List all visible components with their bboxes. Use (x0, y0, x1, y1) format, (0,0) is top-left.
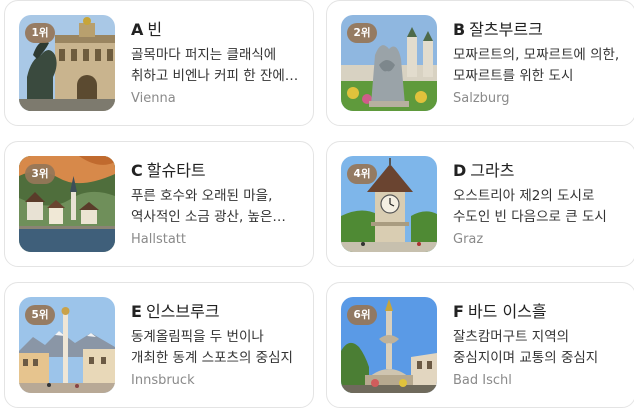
destination-card-vienna[interactable]: 1위 A빈 골목마다 퍼지는 클래식에 취하고 비엔나 커피 한 잔에 여유를 … (4, 0, 314, 126)
destination-description: 잘츠캄머구트 지역의 중심지이며 교통의 중심지 (453, 329, 599, 366)
destination-card-hallstatt[interactable]: 3위 C할슈타트 푸른 호수와 오래된 마을, 역사적인 소금 광산, 높은 산… (4, 141, 314, 267)
destination-letter: A (131, 20, 144, 39)
destination-card-graz[interactable]: 4위 D 그라츠 오스트리아 제2의 도시로 수도인 빈 다음으로 큰 도시 Gr… (326, 141, 634, 267)
destination-description: 푸른 호수와 오래된 마을, 역사적인 소금 광산, 높은 산이 어우러진 곳 (131, 188, 273, 225)
destination-description: 골목마다 퍼지는 클래식에 취하고 비엔나 커피 한 잔에 여유를 느끼는 도시 (131, 47, 285, 84)
rank-badge: 2위 (347, 23, 377, 43)
destination-english-name: Innsbruck (131, 373, 195, 388)
destination-english-name: Vienna (131, 91, 176, 106)
innsbruck-photo: 5위 (19, 297, 115, 393)
destination-card-innsbruck[interactable]: 5위 E 인스브루크 동계올림픽을 두 번이나 개최한 동계 스포츠의 중심지 I… (4, 282, 314, 408)
destination-name: 빈 (147, 20, 163, 39)
graz-photo: 4위 (341, 156, 437, 252)
destination-letter: E (131, 302, 142, 321)
rank-badge: 1위 (25, 23, 55, 43)
destination-english-name: Bad Ischl (453, 373, 512, 388)
destination-card-bad-ischl[interactable]: 6위 F 바드 이스흘 잘츠캄머구트 지역의 중심지이며 교통의 중심지 Bad … (326, 282, 634, 408)
destination-english-name: Graz (453, 232, 484, 247)
vienna-photo: 1위 (19, 15, 115, 111)
destination-title: F 바드 이스흘 (453, 301, 625, 323)
destination-letter: B (453, 20, 466, 39)
destination-title: C 할슈타트 (131, 160, 303, 182)
destination-title: D 그라츠 (453, 160, 625, 182)
destination-card-salzburg[interactable]: 2위 B 잘츠부르크 모짜르트의, 모짜르트에 의한, 모짜르트를 위한 도시 S… (326, 0, 634, 126)
destination-title: E 인스브루크 (131, 301, 303, 323)
rank-badge: 5위 (25, 305, 55, 325)
destination-letter: D (453, 161, 467, 180)
destination-name: 그라츠 (470, 161, 515, 180)
destination-letter: C (131, 161, 143, 180)
destination-title: B 잘츠부르크 (453, 19, 625, 41)
destination-english-name: Salzburg (453, 91, 510, 106)
destination-letter: F (453, 302, 464, 321)
salzburg-photo: 2위 (341, 15, 437, 111)
destination-description: 오스트리아 제2의 도시로 수도인 빈 다음으로 큰 도시 (453, 188, 607, 225)
destination-name: 바드 이스흘 (467, 302, 547, 321)
bad-ischl-photo: 6위 (341, 297, 437, 393)
destination-english-name: Hallstatt (131, 232, 186, 247)
rank-badge: 4위 (347, 164, 377, 184)
destination-description: 동계올림픽을 두 번이나 개최한 동계 스포츠의 중심지 (131, 329, 293, 366)
hallstatt-photo: 3위 (19, 156, 115, 252)
destination-description: 모짜르트의, 모짜르트에 의한, 모짜르트를 위한 도시 (453, 47, 620, 84)
destination-title: A빈 (131, 19, 303, 41)
rank-badge: 6위 (347, 305, 377, 325)
destination-name: 인스브루크 (145, 302, 220, 321)
destination-name: 할슈타트 (146, 161, 206, 180)
destination-name: 잘츠부르크 (469, 20, 543, 39)
rank-badge: 3위 (25, 164, 55, 184)
